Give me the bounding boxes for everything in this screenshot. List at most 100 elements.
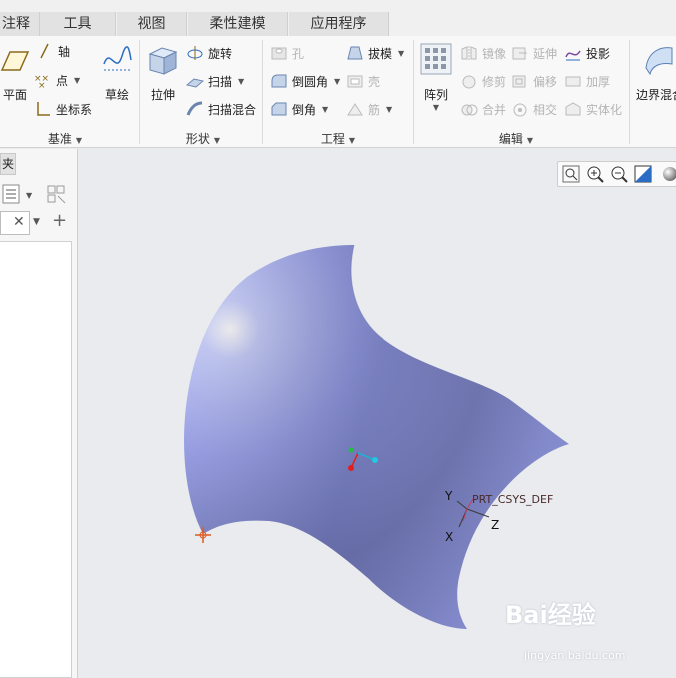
mirror-label: 镜像 <box>482 46 507 61</box>
graphics-window[interactable]: PRT_CSYS_DEF Y Z X Bai经验 jingyan.baidu.c… <box>79 149 676 678</box>
mirror-icon <box>460 45 478 61</box>
editing-group-label[interactable]: 编辑 ▼ <box>491 130 541 147</box>
hole-button[interactable]: 孔 <box>270 42 304 64</box>
swept-blend-icon <box>186 101 204 117</box>
shell-icon <box>346 73 364 89</box>
watermark-logo: Bai经验 <box>505 601 596 629</box>
axis-icon <box>36 43 54 59</box>
shell-button[interactable]: 壳 <box>346 70 380 92</box>
point-button[interactable]: ×× × 点 ▼ <box>34 69 80 92</box>
offset-icon <box>511 73 529 89</box>
solidify-label: 实体化 <box>586 102 623 117</box>
chevron-down-icon[interactable]: ▼ <box>433 103 439 112</box>
merge-label: 合并 <box>482 102 507 117</box>
round-button[interactable]: 倒圆角 ▼ <box>270 70 340 92</box>
app-window: 注释 工具 视图 柔性建模 应用程序 平面 轴 ×× × 点 ▼ 坐标系 草绘 … <box>0 0 676 678</box>
tab-flexible-modeling[interactable]: 柔性建模 <box>188 12 288 36</box>
solidify-button[interactable]: 实体化 <box>564 98 622 120</box>
sweep-button[interactable]: 扫描 ▼ <box>185 70 244 92</box>
x-axis-label: X <box>445 530 454 544</box>
chevron-down-icon[interactable]: ▼ <box>334 77 340 86</box>
chevron-down-icon: ▼ <box>213 136 221 145</box>
tree-settings-button[interactable]: ▼ <box>2 183 36 208</box>
add-icon[interactable]: + <box>52 211 67 231</box>
datum-group-text: 基准 <box>47 132 72 146</box>
chamfer-label: 倒角 <box>292 102 317 117</box>
folder-browser-tab[interactable]: 夹 <box>0 153 16 175</box>
chevron-down-icon[interactable]: ▼ <box>238 77 244 86</box>
datum-group-label[interactable]: 基准 ▼ <box>40 130 90 147</box>
extend-button[interactable]: 延伸 <box>511 42 557 64</box>
revolve-label: 旋转 <box>208 46 233 61</box>
ribbon-tab-bar: 注释 工具 视图 柔性建模 应用程序 <box>0 0 676 36</box>
divider <box>262 40 263 144</box>
axis-button[interactable]: 轴 <box>36 40 70 62</box>
chevron-down-icon[interactable]: ▼ <box>398 49 404 58</box>
tab-view[interactable]: 视图 <box>117 12 187 36</box>
boundary-blend-label: 边界混合 <box>636 88 676 102</box>
csys-button[interactable]: 坐标系 <box>34 98 92 120</box>
chevron-down-icon: ▼ <box>348 136 356 145</box>
shell-label: 壳 <box>368 74 381 89</box>
sketch-icon <box>103 46 132 71</box>
offset-label: 偏移 <box>533 74 558 89</box>
y-axis-label: Y <box>445 489 453 503</box>
revolve-button[interactable]: 旋转 <box>186 42 232 64</box>
sketch-label: 草绘 <box>104 88 129 102</box>
pattern-button[interactable]: 阵列 ▼ <box>418 42 454 112</box>
chevron-down-icon[interactable]: ▼ <box>74 76 80 85</box>
point-icon: ×× × <box>34 72 52 91</box>
extrude-label: 拉伸 <box>150 88 175 102</box>
mirror-button[interactable]: 镜像 <box>460 42 506 64</box>
list-icon: ▼ <box>2 184 33 204</box>
merge-icon <box>460 101 478 117</box>
project-icon <box>564 45 582 61</box>
swept-surface[interactable] <box>184 244 569 629</box>
chamfer-button[interactable]: 倒角 ▼ <box>270 98 328 120</box>
chevron-down-icon[interactable]: ▼ <box>322 105 328 114</box>
point-label: 点 <box>56 73 69 88</box>
pattern-label: 阵列 <box>423 88 448 102</box>
round-label: 倒圆角 <box>292 74 329 89</box>
tab-annotate[interactable]: 注释 <box>0 12 40 36</box>
plane-button[interactable]: 平面 <box>0 46 30 103</box>
draft-label: 拔模 <box>368 46 393 61</box>
swept-blend-button[interactable]: 扫描混合 <box>186 98 256 120</box>
plane-icon <box>0 51 30 71</box>
merge-button[interactable]: 合并 <box>460 98 506 120</box>
divider <box>139 40 140 144</box>
tab-tools[interactable]: 工具 <box>40 12 116 36</box>
tree-search-input[interactable]: ✕ <box>0 211 30 235</box>
chevron-down-icon[interactable]: ▼ <box>33 217 40 227</box>
svg-text:▼: ▼ <box>26 191 33 200</box>
axis-label: 轴 <box>58 44 71 59</box>
rib-button[interactable]: 筋 ▼ <box>346 98 392 120</box>
chevron-down-icon: ▼ <box>75 136 83 145</box>
draft-button[interactable]: 拔模 ▼ <box>346 42 404 64</box>
chevron-down-icon[interactable]: ▼ <box>386 105 392 114</box>
thicken-button[interactable]: 加厚 <box>564 70 610 92</box>
sweep-label: 扫描 <box>208 74 233 89</box>
engineering-group-text: 工程 <box>320 132 345 146</box>
shapes-group-label[interactable]: 形状 ▼ <box>178 130 228 147</box>
boundary-blend-icon <box>645 47 673 76</box>
ribbon: 平面 轴 ×× × 点 ▼ 坐标系 草绘 基准 ▼ 拉伸 旋转 扫描 ▼ 扫描混… <box>0 36 676 148</box>
project-button[interactable]: 投影 <box>564 42 610 64</box>
close-icon[interactable]: ✕ <box>13 214 25 230</box>
hole-icon <box>270 45 288 61</box>
sweep-icon <box>185 73 205 89</box>
trim-button[interactable]: 修剪 <box>460 70 506 92</box>
intersect-button[interactable]: 相交 <box>511 98 557 120</box>
tab-applications[interactable]: 应用程序 <box>289 12 389 36</box>
offset-button[interactable]: 偏移 <box>511 70 557 92</box>
boundary-blend-button[interactable]: 边界混合 <box>636 42 676 103</box>
chevron-down-icon: ▼ <box>526 136 534 145</box>
extrude-button[interactable]: 拉伸 <box>145 42 181 103</box>
model-tree-panel: 夹 ▼ ✕ ▼ + <box>0 149 78 678</box>
pattern-icon <box>420 43 452 75</box>
engineering-group-label[interactable]: 工程 ▼ <box>313 130 363 147</box>
show-filter-button[interactable] <box>46 183 68 208</box>
model-tree[interactable] <box>0 241 72 678</box>
project-label: 投影 <box>586 46 611 61</box>
sketch-button[interactable]: 草绘 <box>100 46 134 103</box>
